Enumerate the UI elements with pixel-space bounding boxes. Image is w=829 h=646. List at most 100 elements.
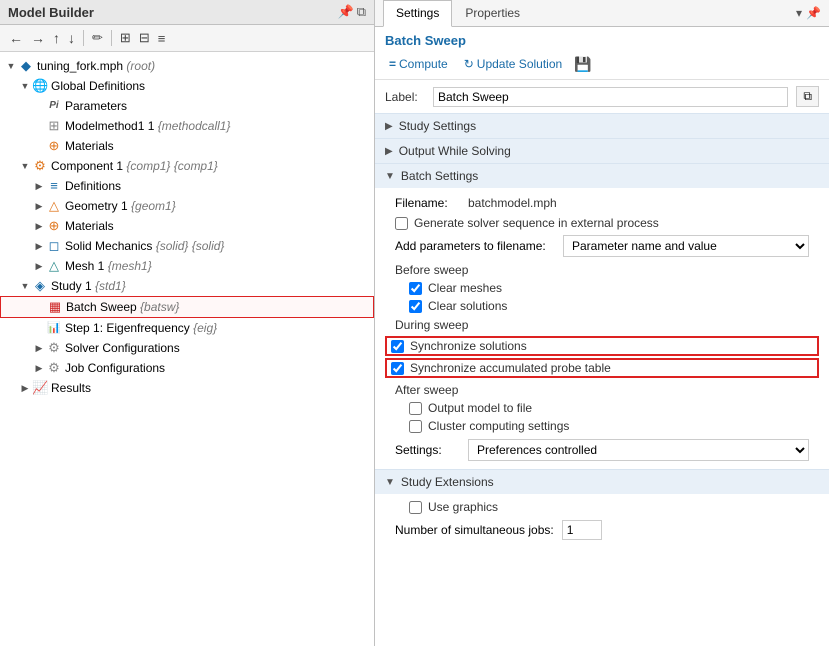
tree-item-eigenfreq[interactable]: 📊 Step 1: Eigenfrequency {eig} [0, 318, 374, 338]
num-jobs-row: Number of simultaneous jobs: [385, 516, 819, 544]
study1-icon: ◈ [32, 278, 48, 294]
save-to-file-icon[interactable]: 💾 [574, 56, 591, 73]
menu-button[interactable]: ≡ [155, 29, 169, 48]
use-graphics-checkbox[interactable] [409, 501, 422, 514]
back-button[interactable]: ← [6, 28, 26, 48]
add-params-select[interactable]: Parameter name and value Parameter name … [563, 235, 809, 257]
tree-item-study1[interactable]: ▼ ◈ Study 1 {std1} [0, 276, 374, 296]
arrow-study1[interactable]: ▼ [18, 281, 32, 291]
tree-item-definitions[interactable]: ▶ ≡ Definitions [0, 176, 374, 196]
sync-probe-row: Synchronize accumulated probe table [385, 358, 819, 378]
copy-label-button[interactable]: ⧉ [796, 86, 819, 107]
tree-item-geometry[interactable]: ▶ △ Geometry 1 {geom1} [0, 196, 374, 216]
mat-comp-icon: ⊕ [46, 218, 62, 234]
forward-button[interactable]: → [28, 28, 48, 48]
arrow-solver[interactable]: ▶ [32, 343, 46, 354]
cluster-computing-label: Cluster computing settings [428, 419, 569, 433]
num-jobs-label: Number of simultaneous jobs: [395, 523, 554, 537]
tree-item-materials-comp[interactable]: ▶ ⊕ Materials [0, 216, 374, 236]
arrow-comp1[interactable]: ▼ [18, 161, 32, 171]
tree-item-root[interactable]: ▼ ◆ tuning_fork.mph (root) [0, 56, 374, 76]
compute-label: Compute [399, 57, 448, 71]
arrow-mat-comp[interactable]: ▶ [32, 221, 46, 232]
tree-item-component1[interactable]: ▼ ⚙ Component 1 {comp1} {comp1} [0, 156, 374, 176]
after-sweep-label: After sweep [385, 380, 819, 399]
batch-settings-label: Batch Settings [401, 169, 478, 183]
tree-item-batchsweep[interactable]: ▦ Batch Sweep {batsw} [0, 296, 374, 318]
params-label: Parameters [65, 99, 127, 113]
tree-item-solid[interactable]: ▶ ◻ Solid Mechanics {solid} {solid} [0, 236, 374, 256]
study-extensions-label: Study Extensions [401, 475, 494, 489]
output-solving-arrow: ▶ [385, 146, 393, 157]
defs-icon: ≡ [46, 178, 62, 194]
study-extensions-arrow: ▼ [385, 477, 395, 488]
clear-meshes-checkbox[interactable] [409, 282, 422, 295]
tree-item-materials-global[interactable]: ⊕ Materials [0, 136, 374, 156]
separator1 [83, 30, 84, 46]
left-toolbar: ← → ↑ ↓ ✏ ⊞ ⊟ ≡ [0, 25, 374, 52]
compute-icon: = [389, 57, 396, 71]
arrow-mat-global [32, 141, 46, 151]
mesh-label: Mesh 1 {mesh1} [65, 259, 152, 273]
study-settings-label: Study Settings [399, 119, 476, 133]
compute-button[interactable]: = Compute [385, 55, 452, 73]
arrow-geom[interactable]: ▶ [32, 201, 46, 212]
study-extensions-body: Use graphics Number of simultaneous jobs… [375, 494, 829, 548]
clear-solutions-checkbox[interactable] [409, 300, 422, 313]
label-input[interactable] [433, 87, 788, 107]
arrow-global[interactable]: ▼ [18, 81, 32, 91]
window-icon[interactable]: ⧉ [357, 4, 366, 20]
batchsweep-label: Batch Sweep {batsw} [66, 300, 179, 314]
tree-item-results[interactable]: ▶ 📈 Results [0, 378, 374, 398]
update-solution-button[interactable]: ↻ Update Solution [460, 55, 566, 73]
arrow-job[interactable]: ▶ [32, 363, 46, 374]
cluster-computing-row: Cluster computing settings [385, 417, 819, 435]
num-jobs-input[interactable] [562, 520, 602, 540]
eigenfreq-icon: 📊 [46, 320, 62, 336]
tree-item-mesh[interactable]: ▶ △ Mesh 1 {mesh1} [0, 256, 374, 276]
detach-icon[interactable]: ▾ [796, 6, 802, 20]
batch-settings-header[interactable]: ▼ Batch Settings [375, 164, 829, 188]
tree-item-solver-config[interactable]: ▶ ⚙ Solver Configurations [0, 338, 374, 358]
tab-properties[interactable]: Properties [452, 0, 533, 26]
grid-button[interactable]: ⊞ [117, 28, 134, 48]
down-button[interactable]: ↓ [65, 28, 78, 48]
list-button[interactable]: ⊟ [136, 28, 153, 48]
cluster-computing-checkbox[interactable] [409, 420, 422, 433]
output-solving-header[interactable]: ▶ Output While Solving [375, 139, 829, 163]
params-icon: Pi [46, 98, 62, 114]
study-extensions-header[interactable]: ▼ Study Extensions [375, 470, 829, 494]
arrow-results[interactable]: ▶ [18, 383, 32, 394]
arrow-mesh[interactable]: ▶ [32, 261, 46, 272]
tree-item-modelmethod[interactable]: ⊞ Modelmethod1 1 {methodcall1} [0, 116, 374, 136]
batch-settings-body: Filename: batchmodel.mph Generate solver… [375, 188, 829, 469]
sync-solutions-checkbox[interactable] [391, 340, 404, 353]
tree-item-parameters[interactable]: Pi Parameters [0, 96, 374, 116]
tree-item-global-defs[interactable]: ▼ 🌐 Global Definitions [0, 76, 374, 96]
pin-panel-icon[interactable]: 📌 [806, 6, 821, 20]
tab-settings[interactable]: Settings [383, 0, 452, 27]
arrow-root[interactable]: ▼ [4, 61, 18, 71]
arrow-solid[interactable]: ▶ [32, 241, 46, 252]
up-button[interactable]: ↑ [50, 28, 63, 48]
pin-icon[interactable]: 📌 [338, 4, 354, 20]
study-settings-header[interactable]: ▶ Study Settings [375, 114, 829, 138]
edit-button[interactable]: ✏ [89, 28, 106, 48]
settings-row-label: Settings: [395, 443, 460, 457]
section-title: Batch Sweep [375, 27, 829, 52]
solver-label: Solver Configurations [65, 341, 180, 355]
sync-probe-checkbox[interactable] [391, 362, 404, 375]
filename-value: batchmodel.mph [468, 196, 557, 210]
results-label: Results [51, 381, 91, 395]
settings-select[interactable]: Preferences controlled Custom [468, 439, 809, 461]
output-model-checkbox[interactable] [409, 402, 422, 415]
arrow-defs[interactable]: ▶ [32, 181, 46, 192]
eigenfreq-label: Step 1: Eigenfrequency {eig} [65, 321, 217, 335]
clear-meshes-row: Clear meshes [385, 279, 819, 297]
job-label: Job Configurations [65, 361, 165, 375]
batchsweep-icon: ▦ [47, 299, 63, 315]
tree-item-job-config[interactable]: ▶ ⚙ Job Configurations [0, 358, 374, 378]
use-graphics-label: Use graphics [428, 500, 498, 514]
add-params-label: Add parameters to filename: [395, 239, 555, 253]
generate-solver-checkbox[interactable] [395, 217, 408, 230]
